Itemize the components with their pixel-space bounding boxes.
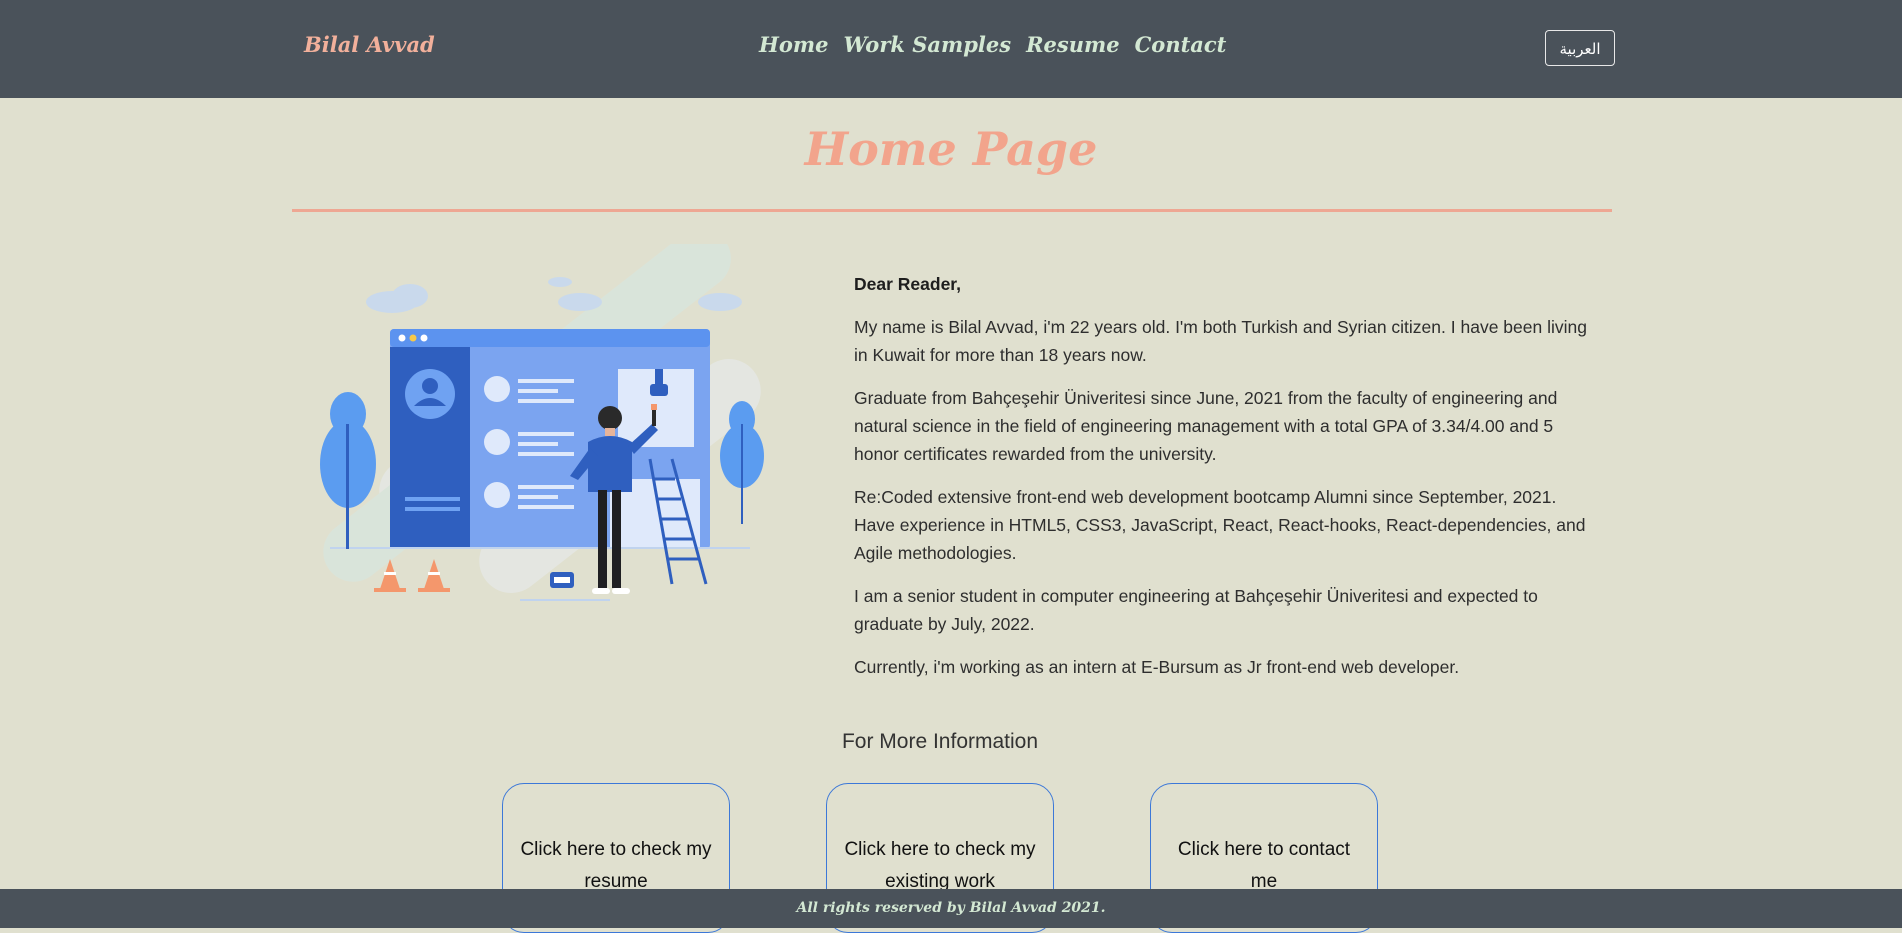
nav-link-contact[interactable]: Contact xyxy=(1135,32,1227,57)
greeting: Dear Reader, xyxy=(854,274,962,294)
language-toggle-button[interactable]: العربية xyxy=(1545,30,1615,66)
footer: All rights reserved by Bilal Avvad 2021. xyxy=(0,889,1902,928)
about-section: Dear Reader, My name is Bilal Avvad, i'm… xyxy=(854,270,1594,696)
student-paragraph: I am a senior student in computer engine… xyxy=(854,586,1538,634)
current-job-paragraph: Currently, i'm working as an intern at E… xyxy=(854,657,1460,677)
nav-link-resume[interactable]: Resume xyxy=(1026,32,1120,57)
paint-bucket xyxy=(550,572,574,588)
brand-link[interactable]: Bilal Avvad xyxy=(304,32,435,57)
page-title: Home Page xyxy=(804,122,1098,176)
bio-paragraph: My name is Bilal Avvad, i'm 22 years old… xyxy=(854,317,1587,365)
bootcamp-paragraph: Re:Coded extensive front-end web develop… xyxy=(854,487,1586,563)
browser-window xyxy=(390,329,710,549)
education-paragraph: Graduate from Bahçeşehir Üniveritesi sin… xyxy=(854,388,1558,464)
more-info-heading: For More Information xyxy=(841,730,1039,753)
title-divider xyxy=(292,209,1612,212)
main-nav: Home Work Samples Resume Contact xyxy=(759,32,1241,57)
nav-link-work-samples[interactable]: Work Samples xyxy=(843,32,1011,57)
web-designer-illustration xyxy=(320,244,764,601)
navbar: Bilal Avvad Home Work Samples Resume Con… xyxy=(0,0,1902,98)
nav-link-home[interactable]: Home xyxy=(759,32,828,57)
